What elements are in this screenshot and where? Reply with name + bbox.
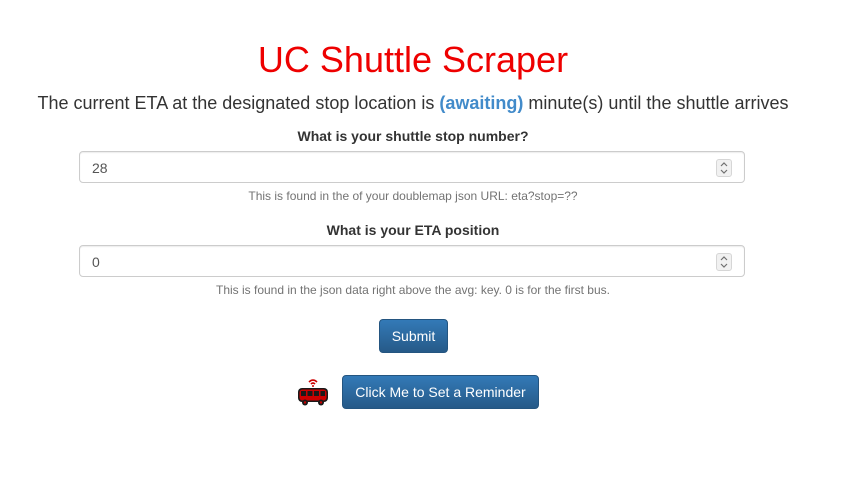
submit-button[interactable]: Submit <box>379 319 448 353</box>
spinner-arrows-icon <box>720 256 728 268</box>
eta-position-value: 0 <box>92 254 100 270</box>
eta-suffix: minute(s) until the shuttle arrives <box>523 93 789 113</box>
stop-number-label: What is your shuttle stop number? <box>297 128 529 144</box>
stop-number-help: This is found in the of your doublemap j… <box>248 189 578 203</box>
eta-status-line: The current ETA at the designated stop l… <box>0 92 826 114</box>
stop-number-input[interactable]: 28 <box>79 151 745 183</box>
page: UC Shuttle Scraper The current ETA at th… <box>0 0 848 482</box>
bus-icon <box>298 379 328 406</box>
eta-value: (awaiting) <box>439 93 524 113</box>
spinner-arrows-icon <box>720 162 728 174</box>
eta-prefix: The current ETA at the designated stop l… <box>37 93 440 113</box>
eta-position-help: This is found in the json data right abo… <box>216 283 610 297</box>
stop-number-value: 28 <box>92 160 108 176</box>
eta-position-label: What is your ETA position <box>326 222 500 238</box>
eta-position-spinner[interactable] <box>716 253 732 271</box>
page-title: UC Shuttle Scraper <box>257 39 569 80</box>
set-reminder-button[interactable]: Click Me to Set a Reminder <box>342 375 539 409</box>
eta-position-input[interactable]: 0 <box>79 245 745 277</box>
stop-number-spinner[interactable] <box>716 159 732 177</box>
